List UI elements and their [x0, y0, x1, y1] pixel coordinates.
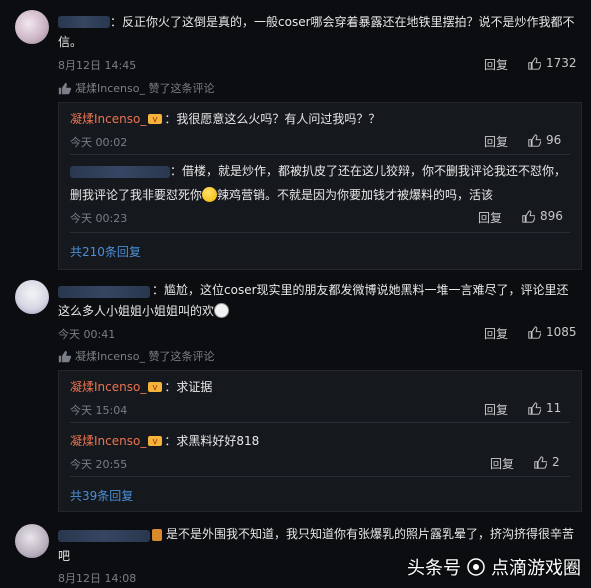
- reply-text: 凝煣Incenso_ V ：我很愿意这么火吗？有人问过我吗？？: [70, 110, 380, 128]
- like-button[interactable]: 96: [528, 133, 561, 147]
- reply-body: ：求证据: [164, 380, 213, 394]
- comment-body: 这么多人小姐姐小姐姐叫的欢: [58, 304, 215, 318]
- like-count: 1732: [546, 56, 577, 70]
- watermark-left: 头条号: [407, 558, 461, 579]
- like-count: 96: [546, 133, 562, 147]
- replier-name[interactable]: 凝煣Incenso_: [70, 112, 146, 126]
- reply-button[interactable]: 回复: [484, 401, 508, 418]
- like-button[interactable]: 896: [522, 209, 563, 223]
- liked-by-text: 凝煣Incenso_ 赞了这条评论: [75, 82, 215, 95]
- comment-timestamp: 8月12日 14:45: [58, 59, 137, 72]
- divider: [70, 476, 570, 477]
- like-button[interactable]: 11: [528, 401, 561, 415]
- smile-emoji-icon: [202, 187, 218, 202]
- more-replies-link[interactable]: 共210条回复: [70, 243, 141, 260]
- comment-text: ：尴尬，这位coser现实里的朋友都发微博说她黑料一堆一言难尽了，评论里还: [152, 283, 569, 297]
- commenter-name-blurred[interactable]: [58, 286, 150, 298]
- comment-text: 是不是外围我不知道，我只知道你有张爆乳的照片露乳晕了，挤沟挤得很辛苦: [166, 527, 575, 541]
- vip-badge-icon: V: [148, 382, 163, 392]
- comment-text: ：反正你火了这倒是真的，一般coser哪会穿着暴露还在地铁里摆拍？说不是炒作我都…: [110, 15, 575, 29]
- comment-text-cont: 吧: [58, 549, 71, 563]
- thumb-up-icon: [58, 82, 71, 94]
- thumb-up-icon: [528, 56, 541, 70]
- liked-by-note: 凝煣Incenso_ 赞了这条评论: [58, 80, 214, 96]
- avatar[interactable]: [15, 524, 49, 558]
- avatar[interactable]: [15, 280, 49, 314]
- reply-text: ：借楼，就是炒作，都被扒皮了还在这儿狡辩，你不删我评论我还不怼你，: [170, 164, 567, 178]
- svg-text:V: V: [153, 116, 158, 124]
- watermark: 头条号 点滴游戏圈: [407, 554, 581, 580]
- reply-text: 凝煣Incenso_ V ：求黑料好好818: [70, 432, 259, 450]
- thumb-up-icon: [528, 325, 541, 339]
- liked-by-note: 凝煣Incenso_ 赞了这条评论: [58, 348, 214, 364]
- divider: [70, 422, 570, 423]
- thumb-up-icon: [534, 455, 547, 469]
- divider: [70, 154, 570, 155]
- reply-text: 凝煣Incenso_ V ：求证据: [70, 378, 212, 396]
- reply-timestamp: 今天 20:55: [70, 458, 128, 471]
- comment-text-cont: 这么多人小姐姐小姐姐叫的欢: [58, 302, 230, 320]
- svg-text:V: V: [153, 384, 158, 392]
- watermark-right: 点滴游戏圈: [491, 558, 581, 579]
- like-count: 896: [540, 209, 563, 223]
- reply-body: 删我评论了我非要怼死你: [70, 188, 203, 202]
- like-button[interactable]: 1085: [528, 325, 577, 339]
- divider: [70, 232, 570, 233]
- thumb-up-icon: [58, 350, 71, 362]
- replier-name[interactable]: 凝煣Incenso_: [70, 380, 146, 394]
- thumb-up-icon: [522, 209, 535, 223]
- comment-timestamp: 8月12日 14:08: [58, 572, 137, 585]
- commenter-name-blurred[interactable]: [58, 16, 110, 28]
- comment-timestamp: 今天 00:41: [58, 328, 116, 341]
- watermark-logo-icon: [467, 558, 485, 576]
- reply-button[interactable]: 回复: [484, 325, 508, 342]
- reply-button[interactable]: 回复: [484, 56, 508, 73]
- replier-name[interactable]: 凝煣Incenso_: [70, 434, 146, 448]
- vip-badge-icon: V: [148, 436, 163, 446]
- badge-icon: [152, 529, 162, 541]
- reply-button[interactable]: 回复: [484, 133, 508, 150]
- like-button[interactable]: 2: [534, 455, 560, 469]
- avatar[interactable]: [15, 10, 49, 44]
- commenter-name-blurred[interactable]: [58, 530, 150, 542]
- liked-by-text: 凝煣Incenso_ 赞了这条评论: [75, 350, 215, 363]
- svg-text:V: V: [153, 438, 158, 446]
- reply-button[interactable]: 回复: [490, 455, 514, 472]
- thumb-up-icon: [528, 401, 541, 415]
- vip-badge-icon: V: [148, 114, 163, 124]
- reply-text-cont: 删我评论了我非要怼死你 辣鸡营销。不就是因为你要加钱才被爆料的吗，活该: [70, 186, 493, 204]
- thumb-up-icon: [528, 133, 541, 147]
- reply-body-cont: 辣鸡营销。不就是因为你要加钱才被爆料的吗，活该: [217, 188, 494, 202]
- like-count: 11: [546, 401, 562, 415]
- laugh-emoji-icon: [214, 303, 230, 318]
- comment-text-cont: 信。: [58, 35, 83, 49]
- more-replies-link[interactable]: 共39条回复: [70, 487, 133, 504]
- reply-body: ：求黑料好好818: [164, 434, 260, 448]
- like-count: 1085: [546, 325, 577, 339]
- reply-timestamp: 今天 00:02: [70, 136, 128, 149]
- reply-timestamp: 今天 15:04: [70, 404, 128, 417]
- replier-name-blurred[interactable]: [70, 166, 170, 178]
- reply-timestamp: 今天 00:23: [70, 212, 128, 225]
- reply-button[interactable]: 回复: [478, 209, 502, 226]
- like-count: 2: [552, 455, 560, 469]
- like-button[interactable]: 1732: [528, 56, 577, 70]
- reply-body: ：我很愿意这么火吗？有人问过我吗？？: [164, 112, 381, 126]
